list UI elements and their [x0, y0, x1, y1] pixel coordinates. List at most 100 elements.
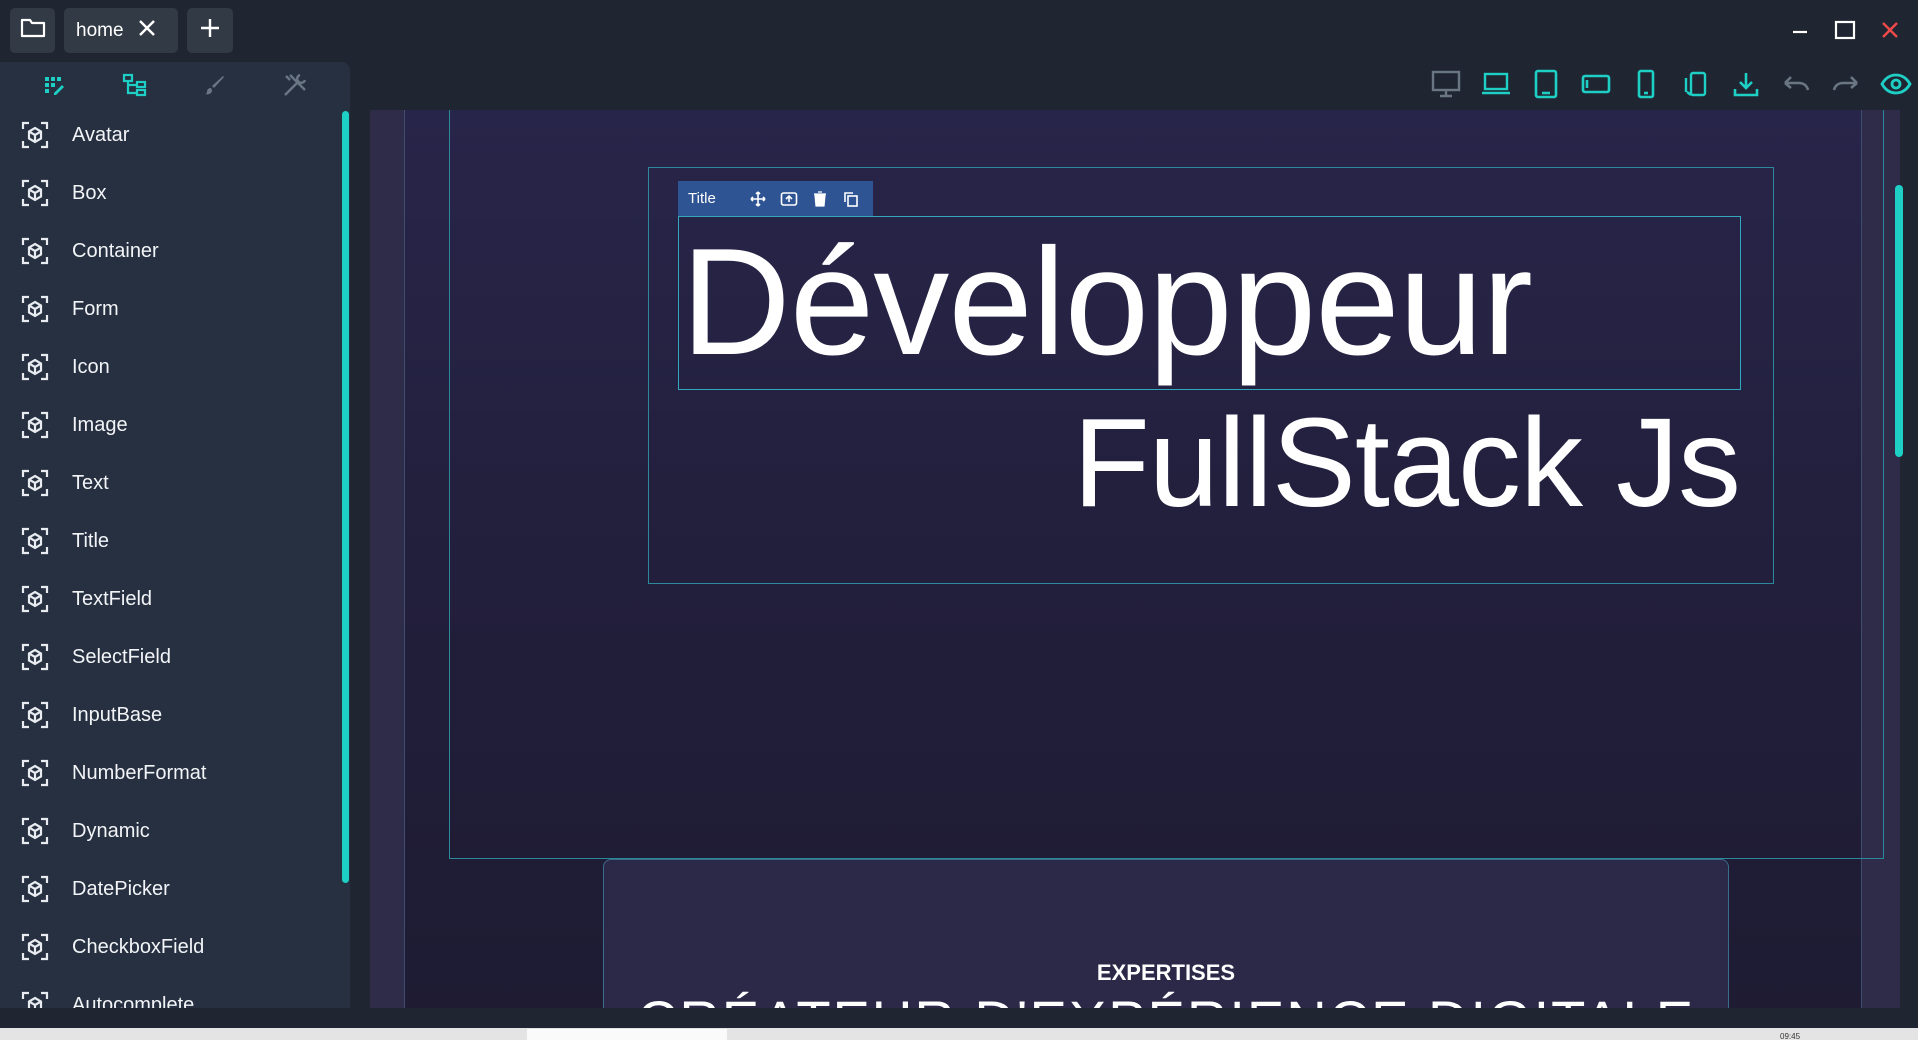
sidebar-item-label: Dynamic [72, 819, 150, 842]
sidebar-item-autocomplete[interactable]: Autocomplete [0, 976, 340, 1008]
close-window-button[interactable] [1872, 12, 1908, 48]
sidebar-item-inputbase[interactable]: InputBase [0, 686, 340, 744]
sidebar-item-numberformat[interactable]: NumberFormat [0, 744, 340, 802]
copy-icon [843, 191, 858, 207]
minimize-button[interactable] [1782, 12, 1818, 48]
sidebar-item-image[interactable]: Image [0, 396, 340, 454]
sidebar-item-box[interactable]: Box [0, 164, 340, 222]
component-cube-icon [18, 466, 52, 500]
phone-icon [1637, 69, 1655, 99]
download-icon [1733, 73, 1759, 97]
sidebar-item-checkboxfield[interactable]: CheckboxField [0, 918, 340, 976]
hero-section[interactable]: Title Développeur FullStack Js [449, 110, 1884, 859]
component-cube-icon [18, 582, 52, 616]
tablet-icon [1534, 69, 1558, 99]
horizontal-scroll-thumb[interactable] [527, 1029, 727, 1040]
undo-button[interactable] [1778, 66, 1814, 102]
component-sidebar: Avatar Box Container Form Icon Image Text Title… [0, 62, 350, 1008]
maximize-button[interactable] [1827, 12, 1863, 48]
taskbar-clock: 09:45 [1780, 1032, 1801, 1040]
selected-component-label: Title [688, 190, 716, 207]
laptop-icon [1482, 72, 1510, 95]
move-button[interactable] [742, 184, 773, 214]
close-tab-icon[interactable] [138, 19, 156, 42]
sidebar-item-label: InputBase [72, 703, 163, 726]
editor-toolbar [1420, 66, 1918, 106]
component-cube-icon [18, 872, 52, 906]
tab-style[interactable] [200, 70, 230, 100]
maximize-icon [1834, 20, 1856, 40]
tab-settings[interactable] [280, 70, 310, 100]
sidebar-item-label: Image [72, 413, 128, 436]
expertise-card[interactable]: EXPERTISES CRÉATEUR D'EXPÉRIENCE DIGITAL… [603, 859, 1729, 1008]
duplicate-button[interactable] [835, 184, 866, 214]
expertise-label: EXPERTISES [1096, 960, 1236, 985]
components-icon [45, 77, 64, 95]
phone-landscape-icon [1684, 71, 1707, 97]
minimize-icon [1793, 30, 1807, 34]
preview-button[interactable] [1878, 66, 1914, 102]
sidebar-item-label: Text [72, 471, 109, 494]
sidebar-item-label: Avatar [72, 123, 130, 146]
component-cube-icon [18, 292, 52, 326]
sidebar-item-title[interactable]: Title [0, 512, 340, 570]
sidebar-item-label: NumberFormat [72, 761, 207, 784]
delete-button[interactable] [804, 184, 835, 214]
sidebar-item-selectfield[interactable]: SelectField [0, 628, 340, 686]
canvas-scrollbar[interactable] [1895, 185, 1903, 457]
sidebar-item-form[interactable]: Form [0, 280, 340, 338]
add-tab-button[interactable] [187, 8, 233, 53]
sidebar-item-container[interactable]: Container [0, 222, 340, 280]
expertise-heading: CRÉATEUR D'EXPÉRIENCE DIGITALE [604, 988, 1728, 1008]
title-bar: home [0, 0, 1918, 60]
folder-icon [20, 17, 46, 44]
tab-home[interactable]: home [64, 8, 178, 53]
component-list: Avatar Box Container Form Icon Image Text Title… [0, 106, 340, 1008]
sidebar-item-label: SelectField [72, 645, 171, 668]
sidebar-item-label: Autocomplete [72, 993, 195, 1009]
phone-landscape-view-button[interactable] [1678, 66, 1714, 102]
laptop-view-button[interactable] [1478, 66, 1514, 102]
component-cube-icon [18, 988, 52, 1008]
component-cube-icon [18, 524, 52, 558]
title-container[interactable]: Title Développeur FullStack Js [648, 167, 1774, 584]
selected-title[interactable]: Développeur [678, 216, 1741, 390]
sidebar-item-label: DatePicker [72, 877, 170, 900]
tablet-landscape-view-button[interactable] [1578, 66, 1614, 102]
design-canvas[interactable]: Title Développeur FullStack Js EXPERTISE… [370, 110, 1900, 1008]
sidebar-item-text[interactable]: Text [0, 454, 340, 512]
sidebar-item-label: CheckboxField [72, 935, 205, 958]
tab-tree[interactable] [120, 70, 150, 100]
sidebar-item-textfield[interactable]: TextField [0, 570, 340, 628]
select-parent-button[interactable] [773, 184, 804, 214]
sidebar-item-label: Form [72, 297, 119, 320]
tab-components[interactable] [40, 70, 70, 100]
component-cube-icon [18, 176, 52, 210]
undo-icon [1784, 76, 1810, 91]
open-folder-button[interactable] [10, 8, 55, 53]
sidebar-item-dynamic[interactable]: Dynamic [0, 802, 340, 860]
component-cube-icon [18, 640, 52, 674]
sidebar-item-icon[interactable]: Icon [0, 338, 340, 396]
sidebar-item-datepicker[interactable]: DatePicker [0, 860, 340, 918]
tools-icon [284, 73, 307, 96]
hero-title-line-2[interactable]: FullStack Js [1073, 388, 1741, 538]
export-button[interactable] [1728, 66, 1764, 102]
desktop-view-button[interactable] [1428, 66, 1464, 102]
selection-toolbar: Title [678, 181, 873, 216]
close-icon [1882, 22, 1898, 38]
redo-button[interactable] [1828, 66, 1864, 102]
select-parent-icon [780, 191, 797, 206]
page-frame: Title Développeur FullStack Js EXPERTISE… [404, 110, 1884, 1008]
sidebar-item-label: Icon [72, 355, 110, 378]
redo-icon [1832, 76, 1858, 91]
sidebar-item-avatar[interactable]: Avatar [0, 106, 340, 164]
tablet-view-button[interactable] [1528, 66, 1564, 102]
phone-view-button[interactable] [1628, 66, 1664, 102]
sidebar-scrollbar[interactable] [342, 111, 349, 883]
tablet-landscape-icon [1581, 74, 1611, 94]
sidebar-item-label: Container [72, 239, 159, 262]
sidebar-item-label: Box [72, 181, 107, 204]
component-cube-icon [18, 408, 52, 442]
component-cube-icon [18, 756, 52, 790]
